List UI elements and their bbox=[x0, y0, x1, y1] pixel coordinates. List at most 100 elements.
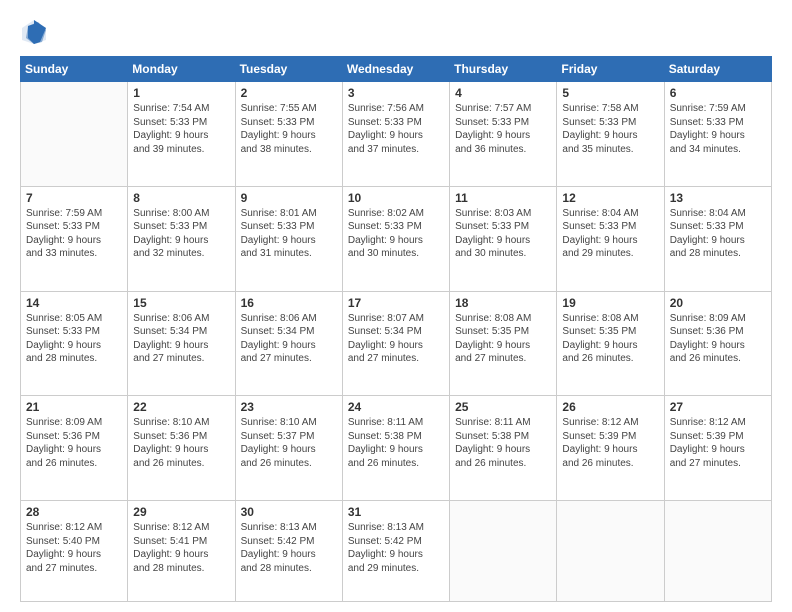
day-number: 2 bbox=[241, 86, 337, 100]
day-info: Sunrise: 8:04 AM Sunset: 5:33 PM Dayligh… bbox=[562, 207, 658, 261]
calendar-cell: 6 Sunrise: 7:59 AM Sunset: 5:33 PM Daylig… bbox=[664, 82, 771, 187]
calendar-cell: 30 Sunrise: 8:13 AM Sunset: 5:42 PM Dayli… bbox=[235, 501, 342, 602]
calendar-cell: 24Sunrise: 8:11 AM Sunset: 5:38 PM Dayli… bbox=[342, 396, 449, 501]
weekday-header-sunday: Sunday bbox=[21, 57, 128, 82]
calendar-cell: 21 Sunrise: 8:09 AM Sunset: 5:36 PM Dayli… bbox=[21, 396, 128, 501]
day-number: 13 bbox=[670, 191, 766, 205]
day-number: 7 bbox=[26, 191, 122, 205]
day-number: 17 bbox=[348, 296, 444, 310]
weekday-header-friday: Friday bbox=[557, 57, 664, 82]
calendar-cell: 31 Sunrise: 8:13 AM Sunset: 5:42 PM Dayli… bbox=[342, 501, 449, 602]
calendar-cell: 14 Sunrise: 8:05 AM Sunset: 5:33 PM Dayli… bbox=[21, 291, 128, 396]
day-info: Sunrise: 7:58 AM Sunset: 5:33 PM Dayligh… bbox=[562, 102, 658, 156]
weekday-header-monday: Monday bbox=[128, 57, 235, 82]
calendar-cell: 15 Sunrise: 8:06 AM Sunset: 5:34 PM Dayli… bbox=[128, 291, 235, 396]
day-info: Sunrise: 7:56 AM Sunset: 5:33 PM Dayligh… bbox=[348, 102, 444, 156]
day-number: 4 bbox=[455, 86, 551, 100]
calendar-cell: 25 Sunrise: 8:11 AM Sunset: 5:38 PM Dayli… bbox=[450, 396, 557, 501]
day-info: Sunrise: 8:07 AM Sunset: 5:34 PM Dayligh… bbox=[348, 312, 444, 366]
week-row-4: 21 Sunrise: 8:09 AM Sunset: 5:36 PM Dayli… bbox=[21, 396, 772, 501]
calendar-cell: 17 Sunrise: 8:07 AM Sunset: 5:34 PM Dayli… bbox=[342, 291, 449, 396]
day-info: Sunrise: 7:59 AM Sunset: 5:33 PM Dayligh… bbox=[670, 102, 766, 156]
day-number: 31 bbox=[348, 505, 444, 519]
calendar-cell: 19 Sunrise: 8:08 AM Sunset: 5:35 PM Dayli… bbox=[557, 291, 664, 396]
day-number: 25 bbox=[455, 400, 551, 414]
calendar-cell: 22 Sunrise: 8:10 AM Sunset: 5:36 PM Dayli… bbox=[128, 396, 235, 501]
day-number: 8 bbox=[133, 191, 229, 205]
calendar-cell: 3Sunrise: 7:56 AM Sunset: 5:33 PM Daylig… bbox=[342, 82, 449, 187]
weekday-header-row: SundayMondayTuesdayWednesdayThursdayFrid… bbox=[21, 57, 772, 82]
day-number: 21 bbox=[26, 400, 122, 414]
day-info: Sunrise: 7:54 AM Sunset: 5:33 PM Dayligh… bbox=[133, 102, 229, 156]
day-number: 27 bbox=[670, 400, 766, 414]
day-info: Sunrise: 8:08 AM Sunset: 5:35 PM Dayligh… bbox=[562, 312, 658, 366]
day-info: Sunrise: 8:02 AM Sunset: 5:33 PM Dayligh… bbox=[348, 207, 444, 261]
weekday-header-wednesday: Wednesday bbox=[342, 57, 449, 82]
calendar-cell: 29 Sunrise: 8:12 AM Sunset: 5:41 PM Dayli… bbox=[128, 501, 235, 602]
calendar-cell: 1 Sunrise: 7:54 AM Sunset: 5:33 PM Daylig… bbox=[128, 82, 235, 187]
day-info: Sunrise: 8:08 AM Sunset: 5:35 PM Dayligh… bbox=[455, 312, 551, 366]
calendar-cell: 28Sunrise: 8:12 AM Sunset: 5:40 PM Dayli… bbox=[21, 501, 128, 602]
week-row-5: 28Sunrise: 8:12 AM Sunset: 5:40 PM Dayli… bbox=[21, 501, 772, 602]
calendar-cell: 18 Sunrise: 8:08 AM Sunset: 5:35 PM Dayli… bbox=[450, 291, 557, 396]
logo bbox=[20, 18, 52, 46]
page: SundayMondayTuesdayWednesdayThursdayFrid… bbox=[0, 0, 792, 612]
calendar-cell: 16Sunrise: 8:06 AM Sunset: 5:34 PM Dayli… bbox=[235, 291, 342, 396]
weekday-header-tuesday: Tuesday bbox=[235, 57, 342, 82]
day-number: 18 bbox=[455, 296, 551, 310]
day-number: 5 bbox=[562, 86, 658, 100]
day-number: 11 bbox=[455, 191, 551, 205]
header bbox=[20, 18, 772, 46]
day-number: 19 bbox=[562, 296, 658, 310]
day-number: 10 bbox=[348, 191, 444, 205]
day-info: Sunrise: 8:00 AM Sunset: 5:33 PM Dayligh… bbox=[133, 207, 229, 261]
day-number: 23 bbox=[241, 400, 337, 414]
calendar-cell: 2 Sunrise: 7:55 AM Sunset: 5:33 PM Daylig… bbox=[235, 82, 342, 187]
calendar-cell: 11Sunrise: 8:03 AM Sunset: 5:33 PM Dayli… bbox=[450, 186, 557, 291]
day-number: 29 bbox=[133, 505, 229, 519]
calendar-cell: 9 Sunrise: 8:01 AM Sunset: 5:33 PM Daylig… bbox=[235, 186, 342, 291]
calendar-cell: 8 Sunrise: 8:00 AM Sunset: 5:33 PM Daylig… bbox=[128, 186, 235, 291]
week-row-1: 1 Sunrise: 7:54 AM Sunset: 5:33 PM Daylig… bbox=[21, 82, 772, 187]
calendar-cell: 12 Sunrise: 8:04 AM Sunset: 5:33 PM Dayli… bbox=[557, 186, 664, 291]
day-info: Sunrise: 8:06 AM Sunset: 5:34 PM Dayligh… bbox=[133, 312, 229, 366]
calendar-cell: 13 Sunrise: 8:04 AM Sunset: 5:33 PM Dayli… bbox=[664, 186, 771, 291]
day-info: Sunrise: 8:10 AM Sunset: 5:37 PM Dayligh… bbox=[241, 416, 337, 470]
calendar-cell: 26Sunrise: 8:12 AM Sunset: 5:39 PM Dayli… bbox=[557, 396, 664, 501]
day-info: Sunrise: 8:11 AM Sunset: 5:38 PM Dayligh… bbox=[455, 416, 551, 470]
day-info: Sunrise: 8:09 AM Sunset: 5:36 PM Dayligh… bbox=[26, 416, 122, 470]
day-info: Sunrise: 7:57 AM Sunset: 5:33 PM Dayligh… bbox=[455, 102, 551, 156]
day-info: Sunrise: 8:10 AM Sunset: 5:36 PM Dayligh… bbox=[133, 416, 229, 470]
day-info: Sunrise: 8:04 AM Sunset: 5:33 PM Dayligh… bbox=[670, 207, 766, 261]
calendar-cell bbox=[21, 82, 128, 187]
day-info: Sunrise: 8:13 AM Sunset: 5:42 PM Dayligh… bbox=[241, 521, 337, 575]
day-number: 22 bbox=[133, 400, 229, 414]
day-number: 9 bbox=[241, 191, 337, 205]
day-number: 12 bbox=[562, 191, 658, 205]
day-number: 16 bbox=[241, 296, 337, 310]
calendar-cell: 20 Sunrise: 8:09 AM Sunset: 5:36 PM Dayli… bbox=[664, 291, 771, 396]
day-info: Sunrise: 8:12 AM Sunset: 5:39 PM Dayligh… bbox=[670, 416, 766, 470]
day-number: 6 bbox=[670, 86, 766, 100]
weekday-header-thursday: Thursday bbox=[450, 57, 557, 82]
calendar-table: SundayMondayTuesdayWednesdayThursdayFrid… bbox=[20, 56, 772, 602]
calendar-cell: 5 Sunrise: 7:58 AM Sunset: 5:33 PM Daylig… bbox=[557, 82, 664, 187]
calendar-cell: 4 Sunrise: 7:57 AM Sunset: 5:33 PM Daylig… bbox=[450, 82, 557, 187]
day-info: Sunrise: 8:01 AM Sunset: 5:33 PM Dayligh… bbox=[241, 207, 337, 261]
day-number: 15 bbox=[133, 296, 229, 310]
calendar-cell bbox=[664, 501, 771, 602]
day-info: Sunrise: 8:12 AM Sunset: 5:40 PM Dayligh… bbox=[26, 521, 122, 575]
calendar-cell: 27 Sunrise: 8:12 AM Sunset: 5:39 PM Dayli… bbox=[664, 396, 771, 501]
calendar-cell bbox=[450, 501, 557, 602]
logo-icon bbox=[20, 18, 48, 46]
day-info: Sunrise: 8:05 AM Sunset: 5:33 PM Dayligh… bbox=[26, 312, 122, 366]
day-info: Sunrise: 8:09 AM Sunset: 5:36 PM Dayligh… bbox=[670, 312, 766, 366]
day-info: Sunrise: 8:12 AM Sunset: 5:41 PM Dayligh… bbox=[133, 521, 229, 575]
calendar-cell bbox=[557, 501, 664, 602]
day-info: Sunrise: 8:13 AM Sunset: 5:42 PM Dayligh… bbox=[348, 521, 444, 575]
day-number: 14 bbox=[26, 296, 122, 310]
day-number: 30 bbox=[241, 505, 337, 519]
day-number: 20 bbox=[670, 296, 766, 310]
day-info: Sunrise: 7:55 AM Sunset: 5:33 PM Dayligh… bbox=[241, 102, 337, 156]
day-number: 1 bbox=[133, 86, 229, 100]
